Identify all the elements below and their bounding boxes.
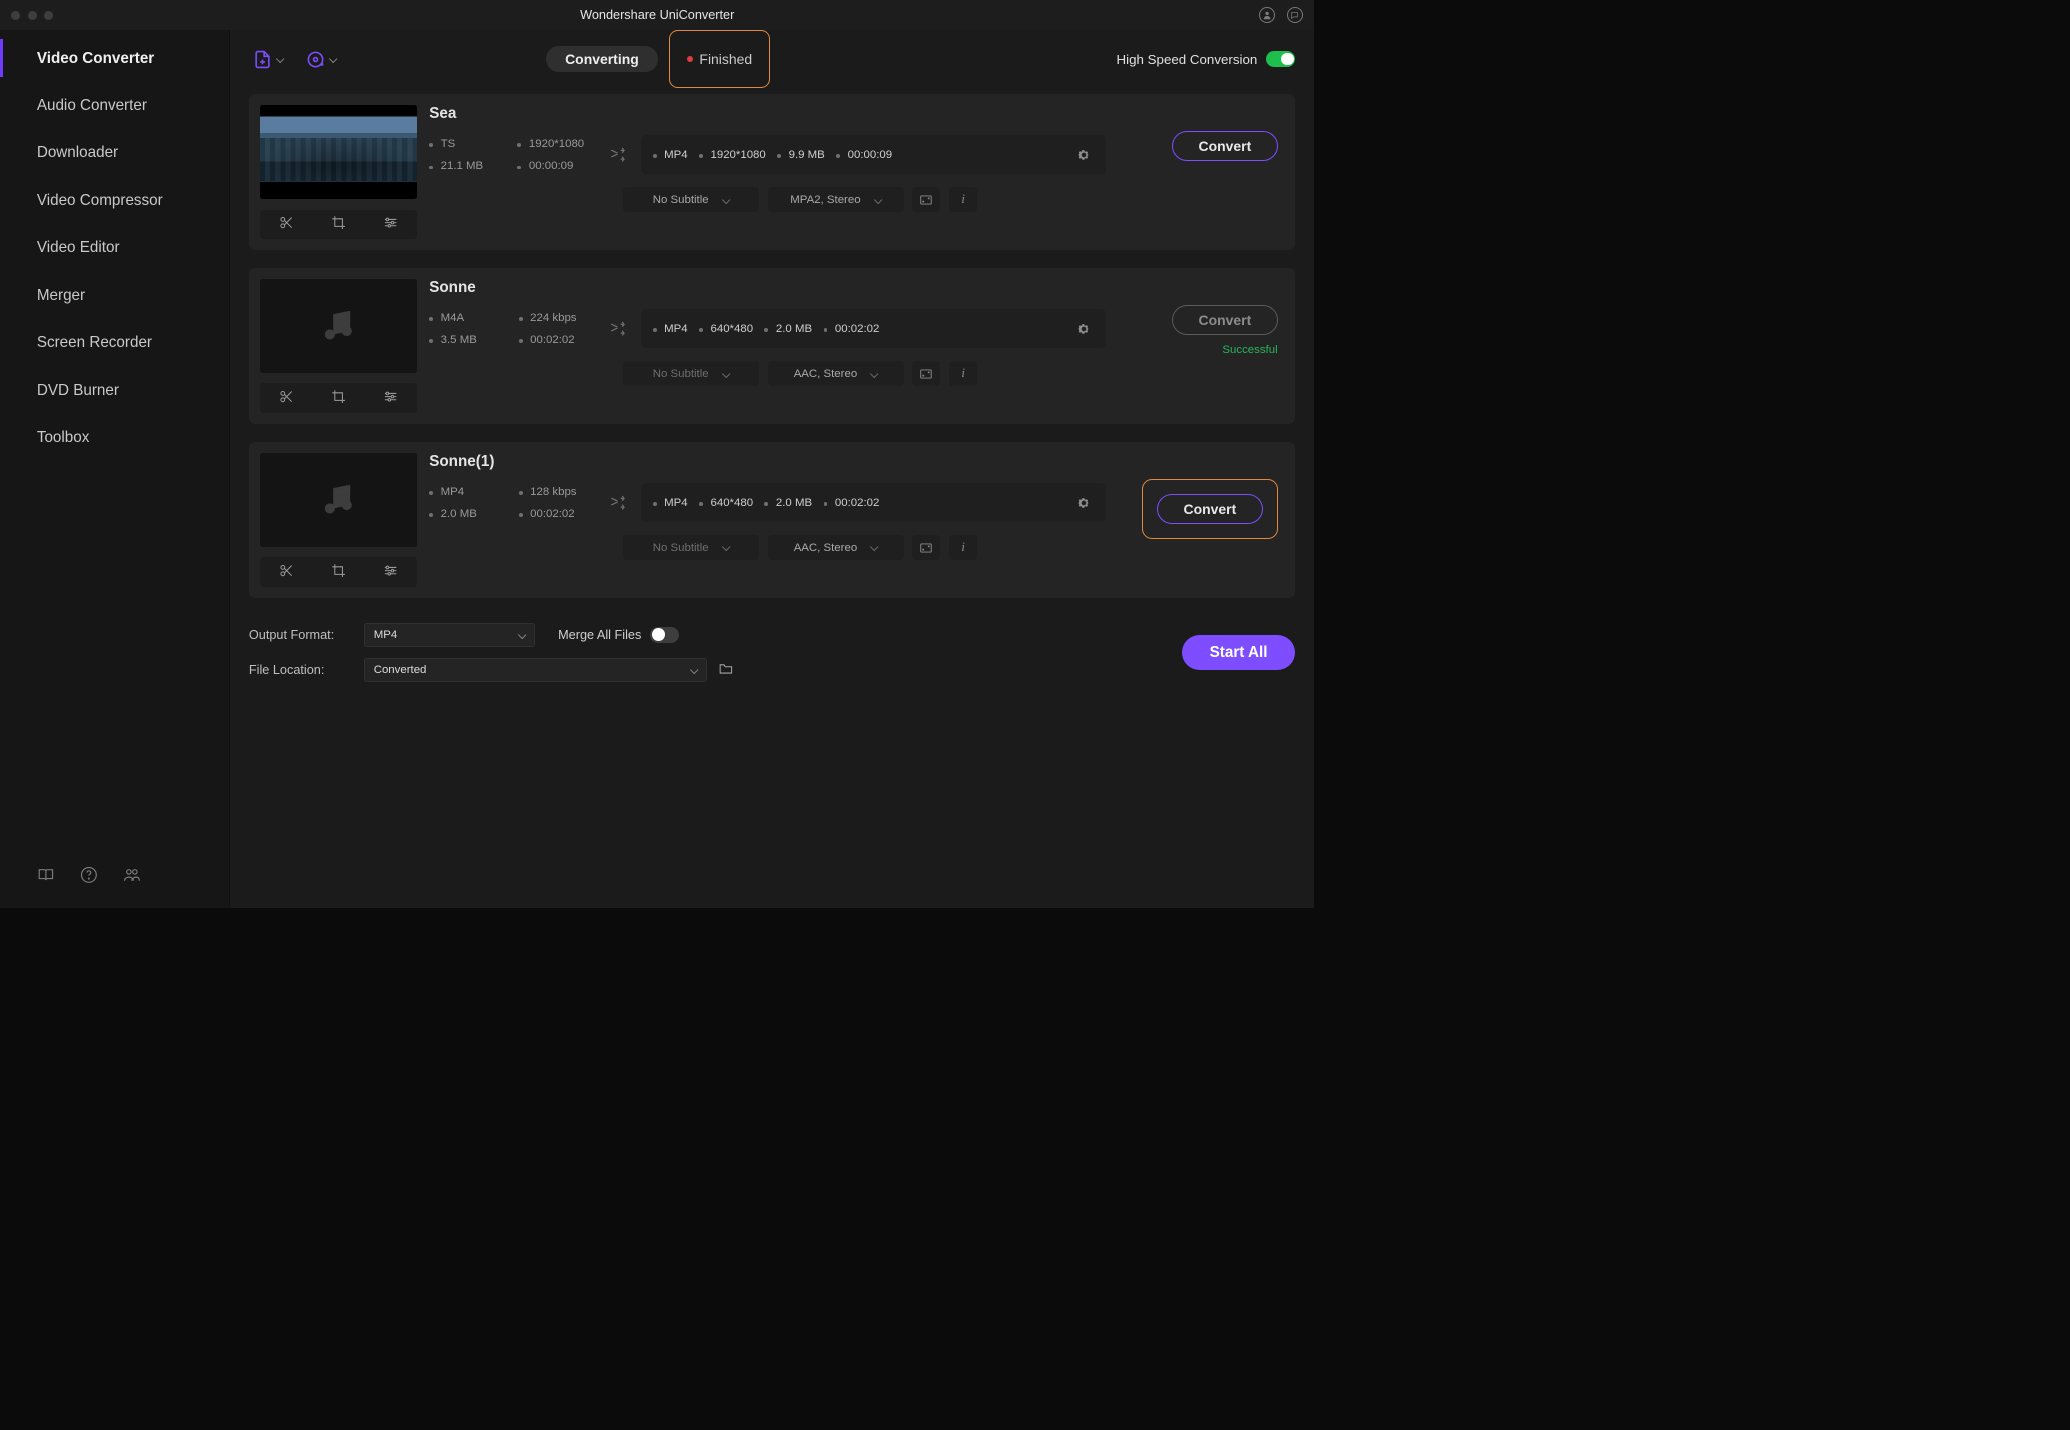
status-label: Successful [1222,344,1277,356]
audio-track-select[interactable]: AAC, Stereo [768,535,904,560]
convert-button[interactable]: Convert [1157,494,1263,524]
output-format-label: Output Format: [249,628,354,642]
output-format-select[interactable]: MP4 [364,623,535,647]
add-file-button[interactable] [249,47,287,71]
app-title: Wondershare UniConverter [0,8,1314,22]
chevron-down-icon [721,195,730,204]
subtitle-select[interactable]: No Subtitle [623,187,759,212]
trim-button[interactable] [279,389,294,407]
preview-button[interactable] [912,535,940,560]
file-name: Sonne(1) [429,453,1106,470]
subtitle-select[interactable]: No Subtitle [623,535,759,560]
info-button[interactable]: i [949,187,977,212]
trim-button[interactable] [279,563,294,581]
open-folder-button[interactable] [717,661,735,679]
chevron-down-icon [689,666,698,675]
add-disc-button[interactable] [302,47,340,71]
new-indicator-icon [687,56,693,62]
chevron-down-icon [870,369,879,378]
sidebar-item-video-editor[interactable]: Video Editor [0,224,229,271]
source-specs: M4A224 kbps3.5 MB00:02:02 [429,312,594,346]
file-location-select[interactable]: Converted [364,658,707,682]
audio-track-select[interactable]: MPA2, Stereo [768,187,904,212]
sidebar-item-toolbox[interactable]: Toolbox [0,414,229,461]
info-button[interactable]: i [949,361,977,386]
trim-button[interactable] [279,215,294,233]
sidebar-item-video-converter[interactable]: Video Converter [0,34,229,81]
media-card: Sea TS1920*108021.1 MB00:00:09 MP41920*108… [249,94,1295,250]
account-icon[interactable] [1259,7,1276,24]
sidebar-item-audio-converter[interactable]: Audio Converter [0,82,229,129]
community-icon[interactable] [123,866,141,887]
chevron-down-icon [870,543,879,552]
file-name: Sea [429,105,1106,122]
thumbnail[interactable] [260,279,416,373]
feedback-icon[interactable] [1287,7,1304,24]
start-all-button[interactable]: Start All [1182,635,1296,669]
merge-all-label: Merge All Files [558,628,641,642]
arrow-icon [608,144,627,166]
preview-button[interactable] [912,361,940,386]
output-settings-button[interactable] [1073,144,1095,166]
manual-icon[interactable] [37,866,55,887]
media-card: Sonne M4A224 kbps3.5 MB00:02:02 MP4640*480… [249,268,1295,424]
file-location-label: File Location: [249,663,354,677]
output-specs: MP4640*4802.0 MB00:02:02 [641,309,1106,348]
help-icon[interactable] [80,866,98,887]
source-specs: MP4128 kbps2.0 MB00:02:02 [429,486,594,520]
crop-button[interactable] [331,563,346,581]
arrow-icon [608,318,627,340]
music-icon [318,304,359,348]
output-settings-button[interactable] [1073,492,1095,514]
music-icon [318,478,359,522]
convert-button[interactable]: Convert [1172,131,1278,161]
high-speed-toggle[interactable] [1266,51,1295,68]
sidebar-item-screen-recorder[interactable]: Screen Recorder [0,319,229,366]
media-card: Sonne(1) MP4128 kbps2.0 MB00:02:02 MP4640*… [249,442,1295,598]
thumbnail[interactable] [260,105,416,199]
arrow-icon [608,492,627,514]
sidebar-item-merger[interactable]: Merger [0,272,229,319]
source-specs: TS1920*108021.1 MB00:00:09 [429,138,594,172]
titlebar: Wondershare UniConverter [0,0,1314,30]
media-list: Sea TS1920*108021.1 MB00:00:09 MP41920*108… [230,88,1315,611]
audio-track-select[interactable]: AAC, Stereo [768,361,904,386]
chevron-down-icon [329,55,338,64]
thumbnail[interactable] [260,453,416,547]
merge-all-toggle[interactable] [650,627,679,644]
output-specs: MP41920*10809.9 MB00:00:09 [641,135,1106,174]
chevron-down-icon [518,630,527,639]
tab-converting[interactable]: Converting [546,46,658,71]
sidebar-item-downloader[interactable]: Downloader [0,129,229,176]
sidebar: Video ConverterAudio ConverterDownloader… [0,30,230,908]
file-name: Sonne [429,279,1106,296]
tab-finished[interactable]: Finished [669,30,769,87]
effects-button[interactable] [383,563,398,581]
effects-button[interactable] [383,389,398,407]
crop-button[interactable] [331,215,346,233]
output-specs: MP4640*4802.0 MB00:02:02 [641,483,1106,522]
info-button[interactable]: i [949,535,977,560]
tab-finished-label: Finished [699,51,752,67]
effects-button[interactable] [383,215,398,233]
crop-button[interactable] [331,389,346,407]
chevron-down-icon [873,195,882,204]
sidebar-item-dvd-burner[interactable]: DVD Burner [0,367,229,414]
preview-button[interactable] [912,187,940,212]
bottom-bar: Output Format: MP4 Merge All Files File … [230,611,1315,687]
chevron-down-icon [721,543,730,552]
convert-button: Convert [1172,305,1278,335]
output-settings-button[interactable] [1073,318,1095,340]
subtitle-select[interactable]: No Subtitle [623,361,759,386]
sidebar-item-video-compressor[interactable]: Video Compressor [0,177,229,224]
chevron-down-icon [276,55,285,64]
high-speed-label: High Speed Conversion [1117,52,1258,67]
chevron-down-icon [721,369,730,378]
toolbar: Converting Finished High Speed Conversio… [230,30,1315,87]
